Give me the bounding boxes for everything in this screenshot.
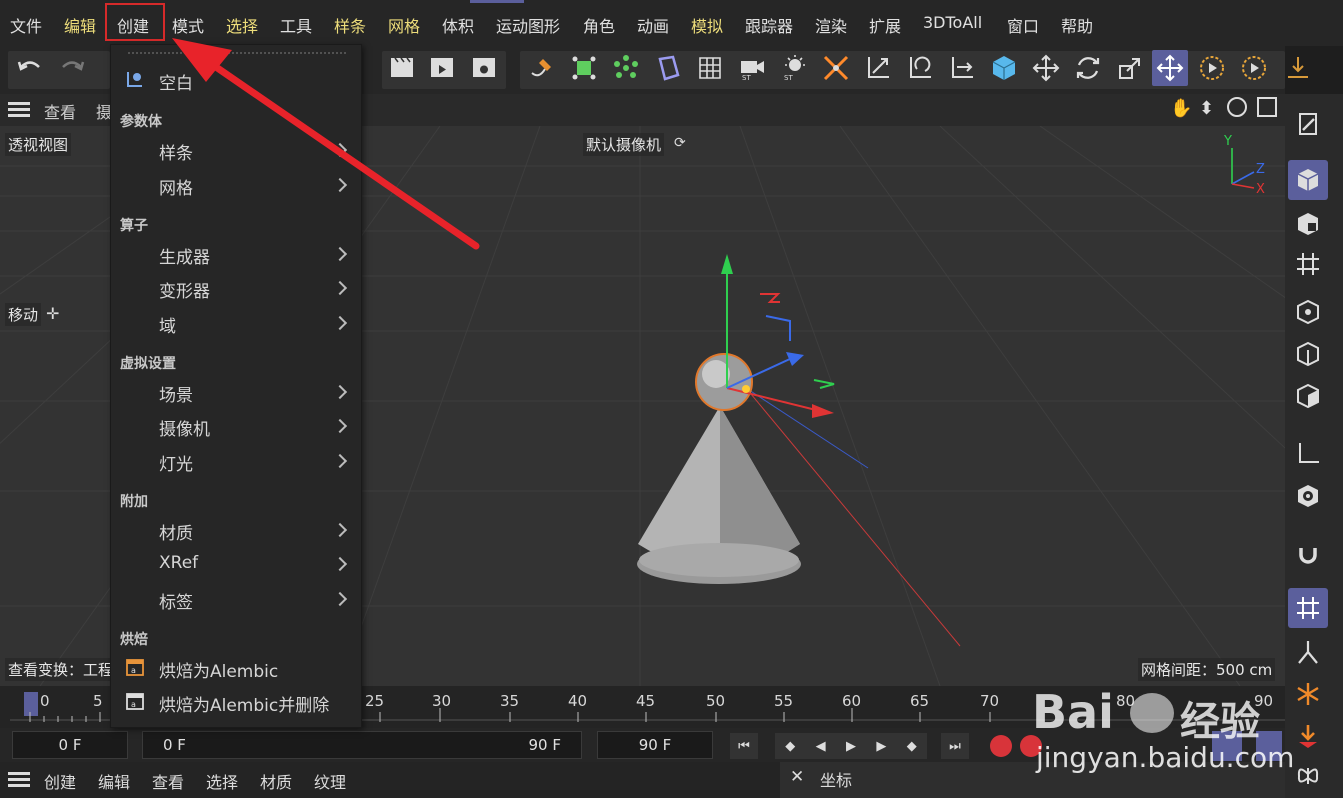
- app-window: 文件 编辑 创建 模式 选择 工具 样条 网格 体积 运动图形 角色 动画 模拟…: [0, 0, 1343, 798]
- annotation-arrow: [172, 38, 480, 250]
- watermark-url: jingyan.baidu.com: [1036, 741, 1295, 774]
- paw-icon: [1130, 693, 1174, 733]
- watermark-suffix: 经验: [1180, 699, 1260, 745]
- watermark-brand: Bai: [1032, 685, 1114, 739]
- baidu-watermark: Bai 经验 jingyan.baidu.com: [1030, 685, 1294, 795]
